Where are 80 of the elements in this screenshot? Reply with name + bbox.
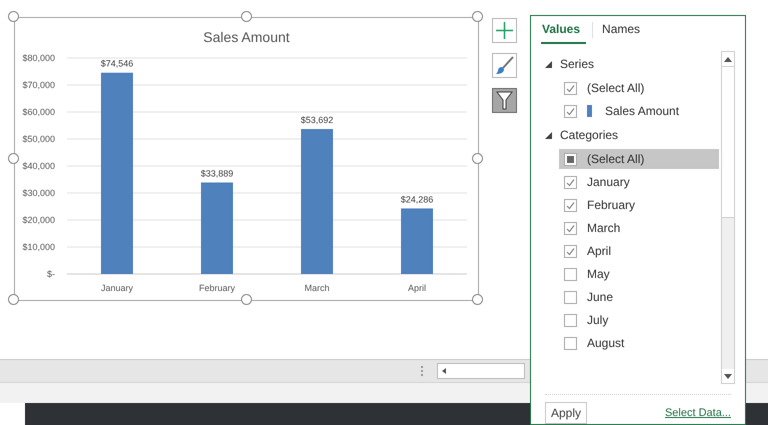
select-data-link[interactable]: Select Data... [664, 406, 731, 418]
filter-list-item[interactable]: August [559, 333, 719, 353]
filter-list-item[interactable]: January [559, 172, 719, 192]
checkbox[interactable] [564, 336, 577, 350]
item-label: April [587, 244, 612, 258]
section-heading: Categories [560, 128, 618, 142]
item-label: June [587, 290, 614, 304]
data-label: $53,692 [300, 115, 334, 126]
bar [401, 208, 433, 274]
chart-tool-button[interactable] [492, 53, 517, 78]
paintbrush-icon [495, 56, 514, 75]
item-label: July [587, 313, 608, 327]
resize-handle[interactable] [8, 11, 19, 22]
x-axis-label: March [304, 283, 330, 293]
chart-tool-button[interactable] [492, 88, 517, 113]
checkbox[interactable] [564, 244, 577, 258]
item-label: May [587, 267, 610, 281]
chart-frame[interactable]: Sales Amount $- $10,000 $20,000 $30,000 $40,000 $50,000 $60,000 $70,000 $80,000 $74,546 January $33,889 February $53,692 March $24,286 April [14, 17, 479, 301]
resize-handle[interactable] [241, 294, 252, 305]
item-label: August [587, 336, 624, 350]
x-axis-label: February [199, 283, 235, 293]
x-axis-label: January [100, 283, 134, 293]
resize-handle[interactable] [241, 11, 252, 22]
y-axis-label: $40,000 [22, 161, 55, 171]
checkbox[interactable] [564, 176, 577, 188]
horizontal-scrollbar[interactable] [437, 363, 525, 379]
checkbox[interactable] [564, 314, 577, 326]
checkbox[interactable] [564, 198, 577, 212]
y-axis-label: $- [46, 269, 55, 279]
filter-list-item[interactable]: Sales Amount [559, 101, 719, 121]
x-axis-label: April [408, 283, 426, 293]
checkbox[interactable] [564, 152, 577, 166]
filter-icon [496, 91, 513, 110]
plus-icon [495, 21, 514, 40]
checkbox[interactable] [564, 290, 577, 304]
item-label: (Select All) [587, 81, 644, 95]
item-label: January [587, 175, 630, 189]
filter-list-item[interactable]: (Select All) [559, 149, 719, 169]
collapse-triangle-icon[interactable] [545, 132, 552, 138]
filter-list-item[interactable]: May [559, 264, 719, 284]
filter-list-item[interactable]: February [559, 195, 719, 215]
filter-list-item[interactable]: April [559, 241, 719, 261]
data-label: $74,546 [100, 58, 134, 69]
y-axis-label: $50,000 [22, 134, 55, 144]
data-label: $24,286 [400, 194, 434, 204]
apply-button[interactable]: Apply [545, 402, 588, 424]
y-axis-label: $10,000 [22, 242, 55, 252]
panel-tab[interactable]: Values [541, 22, 586, 44]
collapse-triangle-icon[interactable] [545, 60, 552, 68]
item-label: March [587, 221, 620, 235]
panel-tab[interactable]: Names [601, 22, 646, 44]
y-axis-label: $20,000 [22, 215, 55, 225]
chart-title: Sales Amount [203, 29, 290, 45]
checkbox[interactable] [564, 222, 577, 234]
section-heading: Series [560, 57, 594, 71]
resize-handle[interactable] [472, 153, 483, 164]
y-axis-label: $80,000 [22, 53, 55, 63]
item-label: Sales Amount [605, 104, 680, 118]
checkbox[interactable] [564, 268, 577, 280]
scroll-up-icon[interactable] [724, 56, 732, 62]
y-axis-label: $30,000 [22, 188, 55, 198]
y-axis-label: $60,000 [22, 107, 55, 117]
checkbox[interactable] [564, 82, 577, 94]
item-label: February [587, 198, 636, 212]
filter-list-item[interactable]: March [559, 218, 719, 238]
checkbox[interactable] [564, 104, 577, 118]
scroll-down-icon[interactable] [724, 374, 732, 378]
item-label: (Select All) [587, 152, 644, 166]
resize-handle[interactable] [472, 294, 483, 305]
resize-handle[interactable] [8, 153, 19, 164]
filter-list-item[interactable]: July [559, 310, 719, 330]
scroll-thumb[interactable] [721, 66, 735, 218]
splitter-grip-icon[interactable] [421, 366, 425, 376]
resize-handle[interactable] [472, 11, 483, 22]
data-label: $33,889 [200, 168, 234, 178]
vertical-scrollbar[interactable] [721, 51, 735, 384]
filter-list-item[interactable]: June [559, 287, 719, 307]
y-axis-label: $70,000 [22, 80, 55, 90]
resize-handle[interactable] [8, 294, 19, 305]
filter-list-item[interactable]: (Select All) [559, 78, 719, 98]
